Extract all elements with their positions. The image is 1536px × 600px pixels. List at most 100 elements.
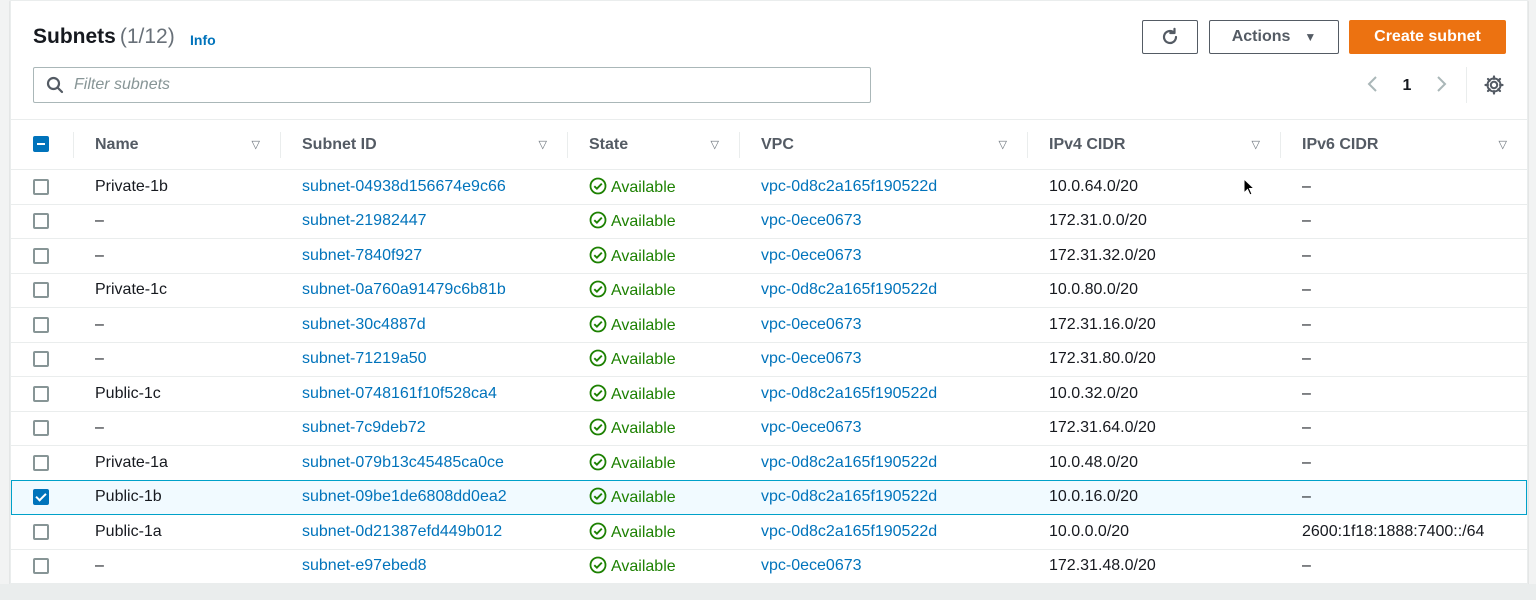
cell-name: Public-1c: [95, 384, 161, 402]
filter-box[interactable]: [33, 67, 871, 103]
row-checkbox[interactable]: [33, 454, 49, 471]
column-header-subnet-id[interactable]: Subnet ID ▽: [280, 120, 567, 170]
create-subnet-button[interactable]: Create subnet: [1349, 20, 1506, 54]
refresh-button[interactable]: [1142, 20, 1198, 54]
sort-icon: ▽: [1498, 139, 1507, 151]
cell-vpc-link[interactable]: vpc-0ece0673: [739, 549, 1027, 584]
cell-vpc-link[interactable]: vpc-0d8c2a165f190522d: [739, 480, 1027, 515]
filter-input[interactable]: [74, 76, 854, 94]
page-number[interactable]: 1: [1385, 77, 1429, 95]
state-text: Available: [611, 385, 676, 403]
cell-subnet-id-link[interactable]: subnet-0748161f10f528ca4: [280, 377, 567, 412]
table-row[interactable]: – subnet-30c4887d Available vpc-0ece0673 172…: [11, 308, 1527, 343]
cell-vpc-link[interactable]: vpc-0d8c2a165f190522d: [739, 273, 1027, 308]
cell-ipv4-cidr: 10.0.48.0/20: [1049, 453, 1138, 471]
row-checkbox[interactable]: [33, 213, 49, 230]
column-header-ipv6-cidr[interactable]: IPv6 CIDR ▽: [1280, 120, 1527, 170]
column-header-name[interactable]: Name ▽: [73, 120, 280, 170]
cell-subnet-id-link[interactable]: subnet-7840f927: [280, 239, 567, 274]
cell-subnet-id-link[interactable]: subnet-21982447: [280, 204, 567, 239]
table-row[interactable]: – subnet-21982447 Available vpc-0ece0673 172…: [11, 204, 1527, 239]
row-checkbox[interactable]: [33, 385, 49, 402]
cell-subnet-id-link[interactable]: subnet-30c4887d: [280, 308, 567, 343]
state-text: Available: [611, 282, 676, 300]
row-select-cell: [11, 411, 73, 446]
row-select-cell: [11, 377, 73, 412]
cell-subnet-id-link[interactable]: subnet-04938d156674e9c66: [280, 170, 567, 205]
title-text: Subnets: [33, 25, 116, 48]
cell-vpc-link[interactable]: vpc-0ece0673: [739, 411, 1027, 446]
info-link[interactable]: Info: [190, 32, 216, 48]
row-checkbox[interactable]: [33, 420, 49, 437]
row-select-cell: [11, 239, 73, 274]
row-checkbox[interactable]: [33, 558, 49, 575]
create-subnet-label: Create subnet: [1374, 28, 1481, 45]
status-success-icon: [589, 418, 607, 436]
cell-vpc-link[interactable]: vpc-0ece0673: [739, 204, 1027, 239]
cell-subnet-id-link[interactable]: subnet-09be1de6808dd0ea2: [280, 480, 567, 515]
table-row[interactable]: – subnet-7840f927 Available vpc-0ece0673 172…: [11, 239, 1527, 274]
page-title: Subnets (1/12): [33, 25, 175, 49]
actions-dropdown[interactable]: Actions ▼: [1209, 20, 1339, 54]
cell-vpc-link[interactable]: vpc-0d8c2a165f190522d: [739, 515, 1027, 550]
table-row[interactable]: – subnet-7c9deb72 Available vpc-0ece0673 172…: [11, 411, 1527, 446]
status-success-icon: [589, 177, 607, 195]
cell-subnet-id-link[interactable]: subnet-71219a50: [280, 342, 567, 377]
cell-state: Available: [567, 342, 739, 377]
cell-vpc-link[interactable]: vpc-0ece0673: [739, 239, 1027, 274]
row-select-cell: [11, 549, 73, 584]
row-select-cell: [11, 170, 73, 205]
table-row[interactable]: Public-1c subnet-0748161f10f528ca4 Availab…: [11, 377, 1527, 412]
cell-subnet-id-link[interactable]: subnet-7c9deb72: [280, 411, 567, 446]
table-row[interactable]: – subnet-e97ebed8 Available vpc-0ece0673 172…: [11, 549, 1527, 584]
cell-state: Available: [567, 308, 739, 343]
column-header-vpc[interactable]: VPC ▽: [739, 120, 1027, 170]
row-checkbox[interactable]: [33, 316, 49, 333]
row-checkbox[interactable]: [33, 282, 49, 299]
table-row[interactable]: Public-1b subnet-09be1de6808dd0ea2 Availab…: [11, 480, 1527, 515]
row-checkbox[interactable]: [33, 523, 49, 540]
cell-vpc-link[interactable]: vpc-0d8c2a165f190522d: [739, 446, 1027, 481]
cell-subnet-id-link[interactable]: subnet-0d21387efd449b012: [280, 515, 567, 550]
cell-name: Private-1b: [95, 177, 168, 195]
table-row[interactable]: Private-1c subnet-0a760a91479c6b81b Availa…: [11, 273, 1527, 308]
mouse-cursor-icon: [1243, 178, 1255, 196]
gear-icon[interactable]: [1483, 74, 1505, 96]
sort-icon: ▽: [251, 139, 260, 151]
chevron-left-icon[interactable]: [1361, 75, 1385, 98]
cell-ipv6-cidr: –: [1302, 315, 1311, 333]
caret-down-icon: ▼: [1304, 30, 1317, 44]
state-text: Available: [611, 454, 676, 472]
bottom-strip: [0, 584, 1536, 600]
table-row[interactable]: – subnet-71219a50 Available vpc-0ece0673 172…: [11, 342, 1527, 377]
cell-subnet-id-link[interactable]: subnet-e97ebed8: [280, 549, 567, 584]
state-text: Available: [611, 213, 676, 231]
row-select-cell: [11, 446, 73, 481]
select-all-checkbox[interactable]: [33, 136, 49, 153]
row-select-cell: [11, 204, 73, 239]
chevron-right-icon[interactable]: [1429, 75, 1453, 98]
state-text: Available: [611, 558, 676, 576]
cell-ipv6-cidr: –: [1302, 212, 1311, 230]
row-checkbox[interactable]: [33, 351, 49, 368]
cell-ipv4-cidr: 10.0.80.0/20: [1049, 281, 1138, 299]
table-row[interactable]: Private-1a subnet-079b13c45485ca0ce Availa…: [11, 446, 1527, 481]
cell-name: –: [95, 212, 104, 230]
row-checkbox[interactable]: [33, 247, 49, 264]
cell-vpc-link[interactable]: vpc-0d8c2a165f190522d: [739, 377, 1027, 412]
cell-subnet-id-link[interactable]: subnet-0a760a91479c6b81b: [280, 273, 567, 308]
cell-vpc-link[interactable]: vpc-0d8c2a165f190522d: [739, 170, 1027, 205]
cell-ipv6-cidr: –: [1302, 281, 1311, 299]
row-checkbox[interactable]: [33, 489, 49, 506]
cell-subnet-id-link[interactable]: subnet-079b13c45485ca0ce: [280, 446, 567, 481]
table-row[interactable]: Private-1b subnet-04938d156674e9c66 Availa…: [11, 170, 1527, 205]
cell-vpc-link[interactable]: vpc-0ece0673: [739, 308, 1027, 343]
cell-vpc-link[interactable]: vpc-0ece0673: [739, 342, 1027, 377]
row-checkbox[interactable]: [33, 178, 49, 195]
state-text: Available: [611, 247, 676, 265]
table-row[interactable]: Public-1a subnet-0d21387efd449b012 Availab…: [11, 515, 1527, 550]
cell-ipv6-cidr: –: [1302, 384, 1311, 402]
cell-name: Private-1c: [95, 281, 168, 299]
column-header-state[interactable]: State ▽: [567, 120, 739, 170]
column-header-ipv4-cidr[interactable]: IPv4 CIDR ▽: [1027, 120, 1280, 170]
